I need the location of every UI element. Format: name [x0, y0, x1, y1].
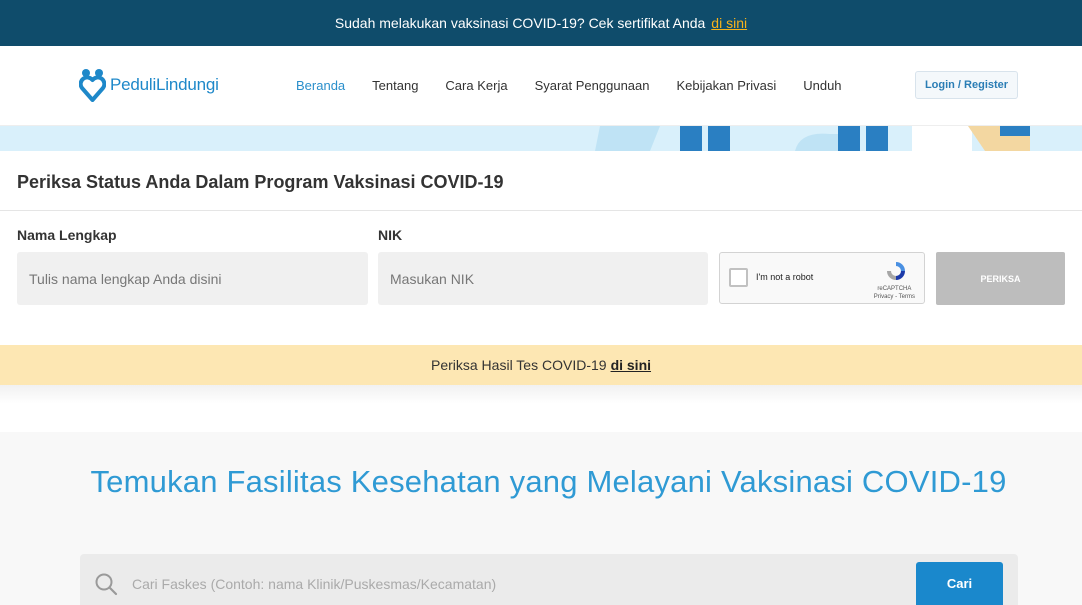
recaptcha-logo-icon [887, 262, 905, 280]
notice-text: Periksa Hasil Tes COVID-19 [430, 357, 607, 373]
facility-search-bar: Cari Faskes (Contoh: nama Klinik/Puskesm… [80, 554, 1018, 605]
nav-unduh[interactable]: Unduh [803, 78, 841, 93]
main-navbar: PeduliLindungi Beranda Tentang Cara Kerj… [0, 46, 1082, 126]
hero-illustration-graphic [0, 126, 1082, 151]
nav-cara-kerja[interactable]: Cara Kerja [445, 78, 507, 93]
recaptcha-links[interactable]: Privacy - Terms [874, 293, 915, 301]
facility-section-title: Temukan Fasilitas Kesehatan yang Melayan… [90, 464, 1007, 499]
recaptcha-checkbox[interactable] [729, 268, 748, 287]
nik-input[interactable]: Masukan NIK [378, 252, 708, 305]
recaptcha-widget: I'm not a robot reCAPTCHA Privacy - Term… [719, 252, 925, 304]
nav-tentang[interactable]: Tentang [372, 78, 418, 93]
banner-message: Sudah melakukan vaksinasi COVID-19? Cek … [334, 15, 706, 31]
name-label: Nama Lengkap [17, 227, 117, 243]
test-result-notice: Periksa Hasil Tes COVID-19 di sini [0, 345, 1082, 385]
recaptcha-brand: reCAPTCHA Privacy - Terms [874, 285, 915, 301]
nav-kebijakan-privasi[interactable]: Kebijakan Privasi [677, 78, 777, 93]
facility-search-section: Temukan Fasilitas Kesehatan yang Melayan… [0, 432, 1082, 605]
recaptcha-label: I'm not a robot [756, 272, 814, 282]
hero-illustration [0, 126, 1082, 151]
vaccine-certificate-banner: Sudah melakukan vaksinasi COVID-19? Cek … [0, 0, 1082, 46]
periksa-button[interactable]: PERIKSA [936, 252, 1065, 305]
nav-beranda[interactable]: Beranda [296, 78, 345, 93]
test-result-link[interactable]: di sini [611, 357, 651, 373]
heart-people-icon [79, 69, 106, 102]
logo-text: PeduliLindungi [110, 75, 219, 94]
form-title: Periksa Status Anda Dalam Program Vaksin… [17, 172, 504, 192]
cari-button[interactable]: Cari [916, 562, 1003, 605]
full-name-input[interactable]: Tulis nama lengkap Anda disini [17, 252, 368, 305]
search-icon [95, 573, 118, 596]
recaptcha-brand-name: reCAPTCHA [877, 286, 912, 292]
nav-links: Beranda Tentang Cara Kerja Syarat Penggu… [296, 78, 869, 93]
vaccination-status-form: Periksa Status Anda Dalam Program Vaksin… [0, 151, 1082, 345]
login-register-button[interactable]: Login / Register [915, 71, 1018, 99]
nav-syarat-penggunaan[interactable]: Syarat Penggunaan [535, 78, 650, 93]
logo[interactable]: PeduliLindungi [79, 68, 219, 102]
form-divider [0, 210, 1082, 211]
nik-label: NIK [378, 227, 403, 243]
section-spacer [0, 385, 1082, 432]
certificate-link[interactable]: di sini [711, 15, 747, 31]
facility-search-input[interactable]: Cari Faskes (Contoh: nama Klinik/Puskesm… [132, 576, 496, 592]
